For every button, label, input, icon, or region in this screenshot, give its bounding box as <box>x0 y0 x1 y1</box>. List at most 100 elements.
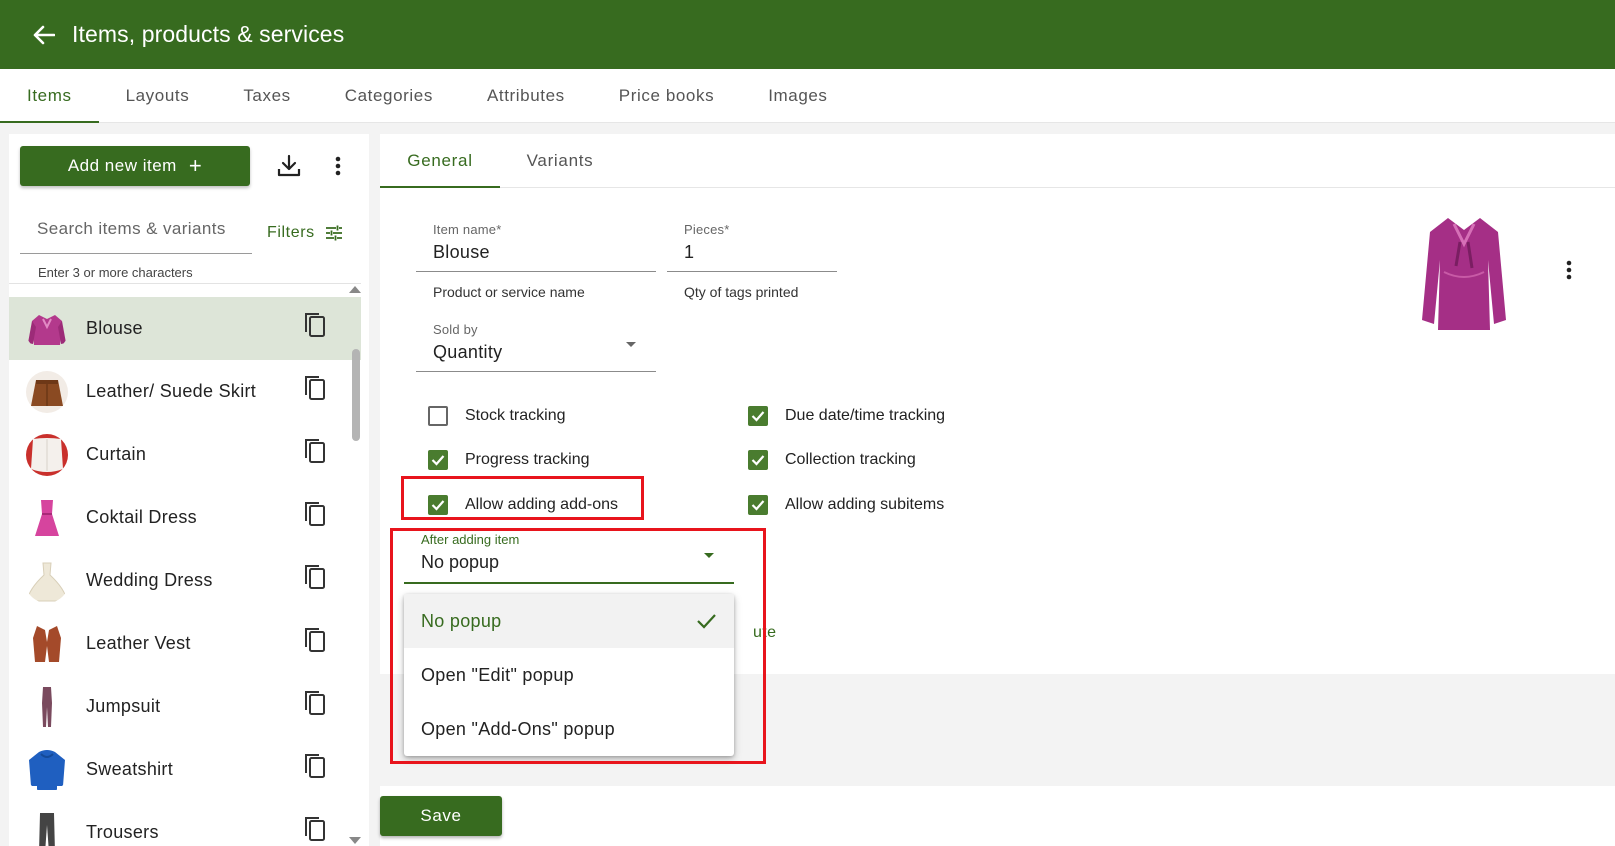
progress-tracking-label: Progress tracking <box>465 451 590 468</box>
copy-icon[interactable] <box>302 815 328 843</box>
more-options-icon[interactable] <box>331 152 345 180</box>
list-item-label: Leather Vest <box>86 633 191 653</box>
trousers-thumbnail <box>25 811 69 846</box>
save-button[interactable]: Save <box>380 796 502 836</box>
list-item[interactable]: Leather Vest <box>9 612 361 675</box>
wedding-dress-thumbnail <box>25 559 69 603</box>
skirt-thumbnail <box>25 370 69 414</box>
collection-tracking-label: Collection tracking <box>785 451 916 468</box>
scroll-down-arrow-icon[interactable] <box>349 837 361 844</box>
filters-button[interactable]: Filters <box>267 224 343 242</box>
collection-tracking-checkbox[interactable]: Collection tracking <box>748 450 916 470</box>
pieces-value: 1 <box>684 242 695 262</box>
cocktail-dress-thumbnail <box>25 496 69 540</box>
back-arrow-icon[interactable] <box>30 21 58 49</box>
pieces-helper: Qty of tags printed <box>684 284 799 300</box>
list-item[interactable]: Blouse <box>9 297 361 360</box>
items-list: Blouse Leather/ Suede Skirt Curtain Cokt… <box>9 297 361 846</box>
tab-images[interactable]: Images <box>741 69 854 122</box>
list-item[interactable]: Wedding Dress <box>9 549 361 612</box>
list-item[interactable]: Sweatshirt <box>9 738 361 801</box>
filters-label: Filters <box>267 224 315 241</box>
app-bar: Items, products & services <box>0 0 1615 69</box>
plus-icon: + <box>188 153 203 178</box>
copy-icon[interactable] <box>302 500 328 528</box>
list-item[interactable]: Leather/ Suede Skirt <box>9 360 361 423</box>
checkbox-checked-icon <box>428 450 448 470</box>
list-item-label: Curtain <box>86 444 147 464</box>
scrollbar-thumb[interactable] <box>352 349 360 441</box>
sweatshirt-thumbnail <box>25 748 69 792</box>
list-item-label: Wedding Dress <box>86 570 213 590</box>
tab-items[interactable]: Items <box>0 69 99 123</box>
copy-icon[interactable] <box>302 626 328 654</box>
tab-layouts[interactable]: Layouts <box>99 69 217 122</box>
list-item-label: Leather/ Suede Skirt <box>86 381 257 401</box>
list-item-label: Trousers <box>86 822 159 842</box>
items-list-panel: Add new item + Enter 3 or more character… <box>9 134 369 846</box>
item-name-helper: Product or service name <box>433 284 585 300</box>
tab-price-books[interactable]: Price books <box>592 69 741 122</box>
product-image[interactable] <box>1414 212 1514 336</box>
sold-by-value: Quantity <box>433 342 503 362</box>
list-item-label: Sweatshirt <box>86 759 174 779</box>
list-item[interactable]: Jumpsuit <box>9 675 361 738</box>
item-name-label: Item name* <box>433 222 502 237</box>
add-new-item-button[interactable]: Add new item + <box>20 146 250 186</box>
stock-tracking-label: Stock tracking <box>465 407 566 424</box>
checkbox-checked-icon <box>748 450 768 470</box>
highlight-box <box>401 476 644 520</box>
top-tabs: Items Layouts Taxes Categories Attribute… <box>0 69 1615 123</box>
item-details-panel: General Variants Item name* Blouse Produ… <box>380 134 1615 846</box>
due-date-tracking-checkbox[interactable]: Due date/time tracking <box>748 406 945 426</box>
curtain-thumbnail <box>25 433 69 477</box>
progress-tracking-checkbox[interactable]: Progress tracking <box>428 450 590 470</box>
scroll-up-arrow-icon[interactable] <box>349 286 361 293</box>
list-item-label: Jumpsuit <box>86 696 161 716</box>
tab-general[interactable]: General <box>380 134 500 188</box>
sold-by-select[interactable]: Sold by Quantity <box>416 322 656 372</box>
download-icon[interactable] <box>275 152 303 180</box>
detail-tabs: General Variants <box>380 134 1615 188</box>
vest-thumbnail <box>25 622 69 666</box>
highlight-box <box>390 528 766 764</box>
sold-by-label: Sold by <box>433 322 478 337</box>
stock-tracking-checkbox[interactable]: Stock tracking <box>428 406 565 426</box>
footer-bar <box>380 786 1615 846</box>
add-new-item-label: Add new item <box>67 156 177 175</box>
item-name-value: Blouse <box>433 242 490 262</box>
pieces-field[interactable]: Pieces* 1 <box>667 222 837 272</box>
due-date-tracking-label: Due date/time tracking <box>785 407 946 424</box>
copy-icon[interactable] <box>302 752 328 780</box>
copy-icon[interactable] <box>302 311 328 339</box>
list-item[interactable]: Curtain <box>9 423 361 486</box>
item-name-field[interactable]: Item name* Blouse <box>416 222 656 272</box>
tab-attributes[interactable]: Attributes <box>460 69 592 122</box>
copy-icon[interactable] <box>302 563 328 591</box>
checkbox-unchecked-icon <box>428 406 448 426</box>
pieces-label: Pieces* <box>684 222 730 237</box>
tab-categories[interactable]: Categories <box>318 69 460 122</box>
chevron-down-icon <box>626 342 636 347</box>
copy-icon[interactable] <box>302 437 328 465</box>
allow-subitems-label: Allow adding subitems <box>785 496 945 513</box>
item-more-options-icon[interactable] <box>1562 256 1576 284</box>
list-item-label: Coktail Dress <box>86 507 197 527</box>
copy-icon[interactable] <box>302 689 328 717</box>
list-item[interactable]: Coktail Dress <box>9 486 361 549</box>
checkbox-checked-icon <box>748 406 768 426</box>
page-title: Items, products & services <box>72 21 345 47</box>
blouse-thumbnail <box>25 307 69 351</box>
tab-taxes[interactable]: Taxes <box>216 69 317 122</box>
divider <box>9 283 361 284</box>
search-hint: Enter 3 or more characters <box>38 265 193 280</box>
checkbox-checked-icon <box>748 495 768 515</box>
search-input[interactable] <box>20 204 252 254</box>
allow-subitems-checkbox[interactable]: Allow adding subitems <box>748 495 944 515</box>
list-item-label: Blouse <box>86 318 143 338</box>
tab-variants[interactable]: Variants <box>500 134 620 187</box>
filters-icon <box>325 225 342 241</box>
jumpsuit-thumbnail <box>25 685 69 729</box>
copy-icon[interactable] <box>302 374 328 402</box>
list-item[interactable]: Trousers <box>9 801 361 846</box>
